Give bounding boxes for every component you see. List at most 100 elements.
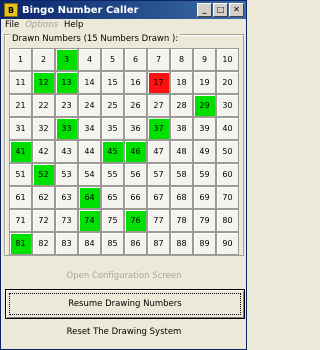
number-cell-75: 75 [101,209,124,232]
number-cell-84: 84 [78,232,101,255]
number-cell-81: 81 [9,232,32,255]
number-cell-77: 77 [147,209,170,232]
number-cell-66: 66 [124,186,147,209]
number-cell-90: 90 [216,232,239,255]
number-cell-59: 59 [193,163,216,186]
number-cell-45: 45 [101,140,124,163]
number-cell-22: 22 [32,94,55,117]
title-buttons: _ □ ✕ [197,3,244,17]
title-bar[interactable]: B Bingo Number Caller _ □ ✕ [1,1,246,19]
number-cell-88: 88 [170,232,193,255]
number-cell-42: 42 [32,140,55,163]
drawn-numbers-label: Drawn Numbers (15 Numbers Drawn ): [10,34,181,44]
number-cell-51: 51 [9,163,32,186]
number-cell-63: 63 [55,186,78,209]
number-cell-21: 21 [9,94,32,117]
number-cell-35: 35 [101,117,124,140]
focus-ring [9,293,241,315]
number-cell-7: 7 [147,48,170,71]
number-cell-82: 82 [32,232,55,255]
number-cell-33: 33 [55,117,78,140]
number-cell-39: 39 [193,117,216,140]
number-cell-23: 23 [55,94,78,117]
number-cell-25: 25 [101,94,124,117]
number-cell-89: 89 [193,232,216,255]
number-cell-1: 1 [9,48,32,71]
number-cell-20: 20 [216,71,239,94]
number-cell-26: 26 [124,94,147,117]
number-cell-73: 73 [55,209,78,232]
reset-drawing-button[interactable]: Reset The Drawing System [4,319,244,345]
number-cell-34: 34 [78,117,101,140]
minimize-icon[interactable]: _ [197,3,212,17]
menu-help[interactable]: Help [64,20,83,30]
number-cell-19: 19 [193,71,216,94]
number-cell-31: 31 [9,117,32,140]
number-cell-69: 69 [193,186,216,209]
number-cell-56: 56 [124,163,147,186]
number-cell-10: 10 [216,48,239,71]
number-cell-16: 16 [124,71,147,94]
number-cell-13: 13 [55,71,78,94]
number-cell-47: 47 [147,140,170,163]
number-cell-36: 36 [124,117,147,140]
number-cell-28: 28 [170,94,193,117]
number-cell-14: 14 [78,71,101,94]
main-window: B Bingo Number Caller _ □ ✕ File Options… [0,0,247,350]
number-cell-76: 76 [124,209,147,232]
number-cell-43: 43 [55,140,78,163]
number-cell-85: 85 [101,232,124,255]
number-cell-72: 72 [32,209,55,232]
number-cell-24: 24 [78,94,101,117]
number-cell-78: 78 [170,209,193,232]
menu-bar: File Options Help [1,19,246,30]
number-cell-62: 62 [32,186,55,209]
menu-options: Options [25,19,59,30]
number-cell-53: 53 [55,163,78,186]
number-cell-41: 41 [9,140,32,163]
menu-file[interactable]: File [5,20,19,30]
number-cell-5: 5 [101,48,124,71]
number-cell-68: 68 [170,186,193,209]
window-title: Bingo Number Caller [22,4,139,16]
drawn-numbers-group: Drawn Numbers (15 Numbers Drawn ): 12345… [4,34,244,256]
number-cell-86: 86 [124,232,147,255]
number-cell-17: 17 [147,71,170,94]
number-cell-49: 49 [193,140,216,163]
number-cell-57: 57 [147,163,170,186]
maximize-icon[interactable]: □ [213,3,228,17]
number-cell-64: 64 [78,186,101,209]
number-cell-50: 50 [216,140,239,163]
number-cell-15: 15 [101,71,124,94]
number-cell-2: 2 [32,48,55,71]
number-cell-46: 46 [124,140,147,163]
open-configuration-button: Open Configuration Screen [66,271,182,281]
number-cell-80: 80 [216,209,239,232]
number-cell-60: 60 [216,163,239,186]
number-cell-70: 70 [216,186,239,209]
number-cell-58: 58 [170,163,193,186]
number-cell-38: 38 [170,117,193,140]
number-cell-55: 55 [101,163,124,186]
number-cell-8: 8 [170,48,193,71]
number-cell-65: 65 [101,186,124,209]
number-cell-67: 67 [147,186,170,209]
number-cell-52: 52 [32,163,55,186]
number-cell-3: 3 [55,48,78,71]
number-cell-29: 29 [193,94,216,117]
number-cell-54: 54 [78,163,101,186]
number-cell-6: 6 [124,48,147,71]
number-cell-61: 61 [9,186,32,209]
number-cell-83: 83 [55,232,78,255]
number-cell-12: 12 [32,71,55,94]
number-cell-79: 79 [193,209,216,232]
number-cell-48: 48 [170,140,193,163]
resume-drawing-button[interactable]: Resume Drawing Numbers [5,289,245,319]
number-cell-27: 27 [147,94,170,117]
number-cell-30: 30 [216,94,239,117]
bingo-app-icon: B [4,3,18,17]
number-cell-40: 40 [216,117,239,140]
number-cell-37: 37 [147,117,170,140]
close-icon[interactable]: ✕ [229,3,244,17]
number-cell-87: 87 [147,232,170,255]
